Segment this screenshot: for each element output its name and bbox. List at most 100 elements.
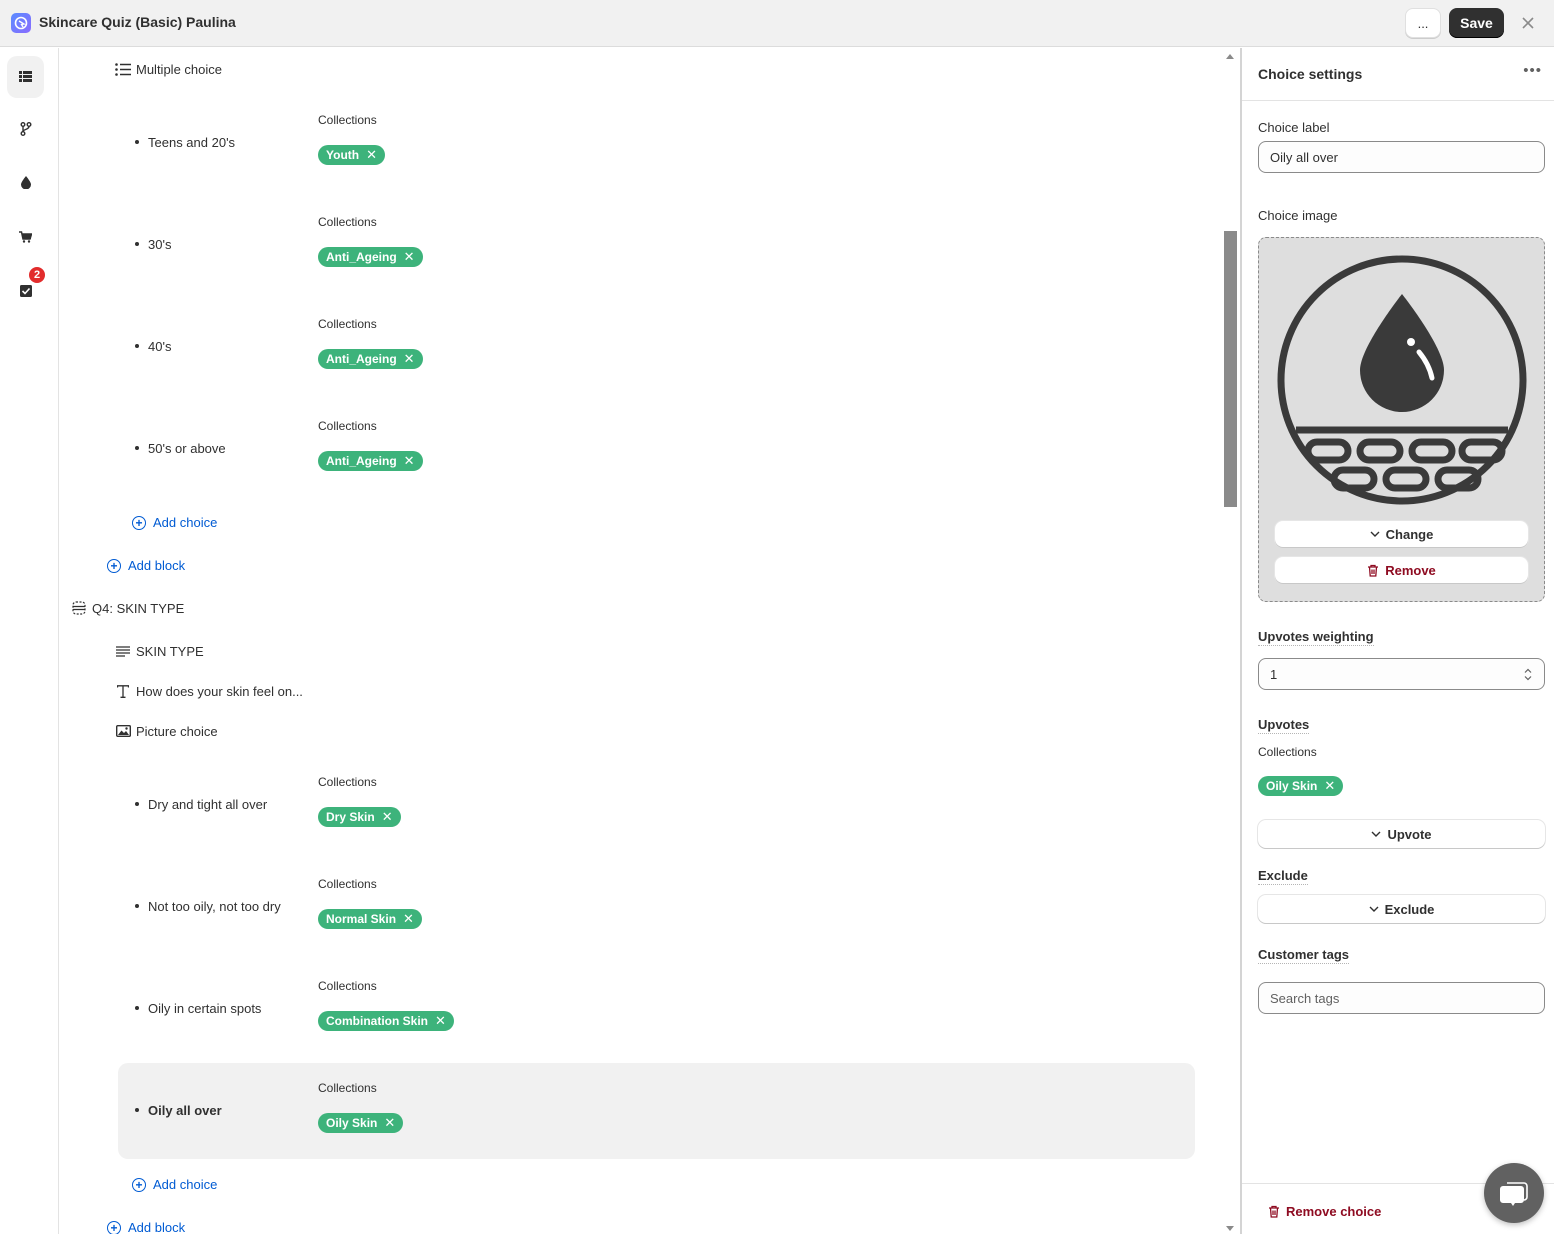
collection-tag: Dry Skin ✕ bbox=[318, 807, 401, 827]
collection-tag: Anti_Ageing ✕ bbox=[318, 247, 423, 267]
choice-label-input[interactable]: Oily all over bbox=[1258, 141, 1545, 173]
search-tags-input[interactable]: Search tags bbox=[1258, 982, 1545, 1014]
add-choice-button[interactable]: + Add choice bbox=[132, 1177, 217, 1192]
scroll-down-arrow-icon[interactable] bbox=[1226, 1226, 1234, 1231]
remove-tag-icon[interactable]: ✕ bbox=[403, 911, 414, 927]
remove-tag-icon[interactable]: ✕ bbox=[1324, 778, 1335, 794]
choice-label: 30's bbox=[135, 237, 171, 252]
collections-label: Collections bbox=[318, 775, 377, 789]
oily-skin-image bbox=[1277, 255, 1527, 505]
text-icon bbox=[114, 682, 132, 700]
add-choice-button[interactable]: + Add choice bbox=[132, 515, 217, 530]
tag-text: Youth bbox=[326, 148, 360, 162]
main-scrollbar[interactable] bbox=[1222, 48, 1238, 1234]
choice-label: Dry and tight all over bbox=[135, 797, 267, 812]
remove-tag-icon[interactable]: ✕ bbox=[384, 1115, 395, 1131]
tag-text: Oily Skin bbox=[1266, 779, 1318, 793]
upvote-dropdown-button[interactable]: Upvote bbox=[1258, 820, 1545, 848]
chevron-down-icon bbox=[1371, 831, 1381, 837]
choice-image-label: Choice image bbox=[1258, 208, 1338, 223]
change-image-button[interactable]: Change bbox=[1275, 521, 1528, 547]
tag-text: Anti_Ageing bbox=[326, 250, 397, 264]
chevron-down-icon bbox=[1369, 906, 1379, 912]
choice-label-label: Choice label bbox=[1258, 120, 1330, 135]
block-text[interactable]: How does your skin feel on... bbox=[114, 682, 303, 700]
heading-label: SKIN TYPE bbox=[136, 643, 204, 659]
remove-tag-icon[interactable]: ✕ bbox=[382, 809, 393, 825]
choice-label: Teens and 20's bbox=[135, 135, 235, 150]
quiz-tree: Multiple choice Teens and 20's Collectio… bbox=[60, 48, 1240, 1234]
block-picture-choice[interactable]: Picture choice bbox=[114, 722, 218, 740]
window-title: Skincare Quiz (Basic) Paulina bbox=[39, 14, 236, 30]
text-label: How does your skin feel on... bbox=[136, 683, 303, 699]
block-heading[interactable]: SKIN TYPE bbox=[114, 642, 204, 660]
list-icon bbox=[19, 70, 32, 85]
chat-button[interactable] bbox=[1484, 1163, 1544, 1223]
nav-tasks[interactable]: 2 bbox=[7, 267, 45, 313]
tag-text: Anti_Ageing bbox=[326, 454, 397, 468]
block-type-label: Multiple choice bbox=[136, 61, 222, 77]
tag-text: Normal Skin bbox=[326, 912, 397, 926]
remove-tag-icon[interactable]: ✕ bbox=[404, 351, 415, 367]
add-choice-label: Add choice bbox=[153, 1177, 218, 1192]
checkbox-icon bbox=[19, 284, 32, 300]
choice-label: Oily in certain spots bbox=[135, 1001, 261, 1016]
collections-label: Collections bbox=[318, 877, 377, 891]
exclude-label: Exclude bbox=[1258, 868, 1308, 885]
tag-text: Oily Skin bbox=[326, 1116, 378, 1130]
remove-tag-icon[interactable]: ✕ bbox=[435, 1013, 446, 1029]
nav-products[interactable] bbox=[7, 217, 44, 259]
upvotes-weighting-label: Upvotes weighting bbox=[1258, 629, 1374, 646]
choice-label: 50's or above bbox=[135, 441, 226, 456]
remove-image-button[interactable]: Remove bbox=[1275, 557, 1528, 583]
remove-tag-icon[interactable]: ✕ bbox=[404, 453, 415, 469]
upvotes-label: Upvotes bbox=[1258, 717, 1310, 734]
add-choice-label: Add choice bbox=[153, 515, 218, 530]
scroll-up-arrow-icon[interactable] bbox=[1226, 54, 1234, 59]
remove-tag-icon[interactable]: ✕ bbox=[366, 147, 377, 163]
remove-choice-button[interactable]: Remove choice bbox=[1268, 1204, 1381, 1219]
collections-label: Collections bbox=[318, 317, 377, 331]
trash-icon bbox=[1368, 564, 1379, 577]
collection-tag: Anti_Ageing ✕ bbox=[318, 451, 423, 471]
nav-theme[interactable] bbox=[7, 163, 44, 205]
question-item[interactable]: Q4: SKIN TYPE bbox=[70, 599, 184, 617]
exclude-dropdown-button[interactable]: Exclude bbox=[1258, 895, 1545, 923]
close-icon[interactable] bbox=[1518, 12, 1538, 34]
image-icon bbox=[114, 722, 132, 740]
upvotes-weighting-select[interactable]: 1 bbox=[1258, 658, 1545, 690]
trash-icon bbox=[1269, 1205, 1279, 1218]
add-block-button[interactable]: + Add block bbox=[107, 558, 185, 573]
plus-circle-icon: + bbox=[107, 558, 121, 573]
choice-image-dropzone[interactable]: Change Remove bbox=[1258, 237, 1545, 602]
collection-tag: Oily Skin ✕ bbox=[318, 1113, 404, 1133]
remove-choice-label: Remove choice bbox=[1286, 1204, 1382, 1219]
nav-blocks[interactable] bbox=[7, 56, 44, 98]
exclude-button-label: Exclude bbox=[1384, 901, 1435, 917]
block-type-label: Picture choice bbox=[136, 723, 218, 739]
remove-tag-icon[interactable]: ✕ bbox=[404, 249, 415, 265]
save-button[interactable]: Save bbox=[1449, 8, 1504, 38]
tag-text: Dry Skin bbox=[326, 810, 375, 824]
tag-text: Combination Skin bbox=[326, 1014, 428, 1028]
remove-label: Remove bbox=[1385, 562, 1436, 578]
left-nav: 2 bbox=[0, 48, 59, 1234]
scrollbar-thumb[interactable] bbox=[1224, 231, 1237, 507]
add-block-button[interactable]: + Add block bbox=[107, 1220, 185, 1234]
plus-circle-icon: + bbox=[107, 1220, 121, 1234]
collections-label: Collections bbox=[318, 1081, 377, 1095]
choice-label: 40's bbox=[135, 339, 171, 354]
nav-logic[interactable] bbox=[7, 109, 44, 151]
add-block-label: Add block bbox=[128, 558, 186, 573]
choice-label: Not too oily, not too dry bbox=[135, 899, 281, 914]
block-multiple-choice[interactable]: Multiple choice bbox=[114, 60, 222, 78]
title-bar: Skincare Quiz (Basic) Paulina ... Save bbox=[0, 0, 1554, 47]
choice-settings-panel: Choice settings ••• Choice label Oily al… bbox=[1240, 48, 1554, 1234]
choice-label: Oily all over bbox=[135, 1103, 222, 1118]
more-actions-button[interactable]: ... bbox=[1405, 8, 1441, 38]
collections-label: Collections bbox=[318, 215, 377, 229]
more-options-icon[interactable]: ••• bbox=[1523, 62, 1542, 79]
branch-icon bbox=[20, 121, 32, 139]
add-block-label: Add block bbox=[128, 1220, 186, 1234]
collections-label: Collections bbox=[318, 419, 377, 433]
